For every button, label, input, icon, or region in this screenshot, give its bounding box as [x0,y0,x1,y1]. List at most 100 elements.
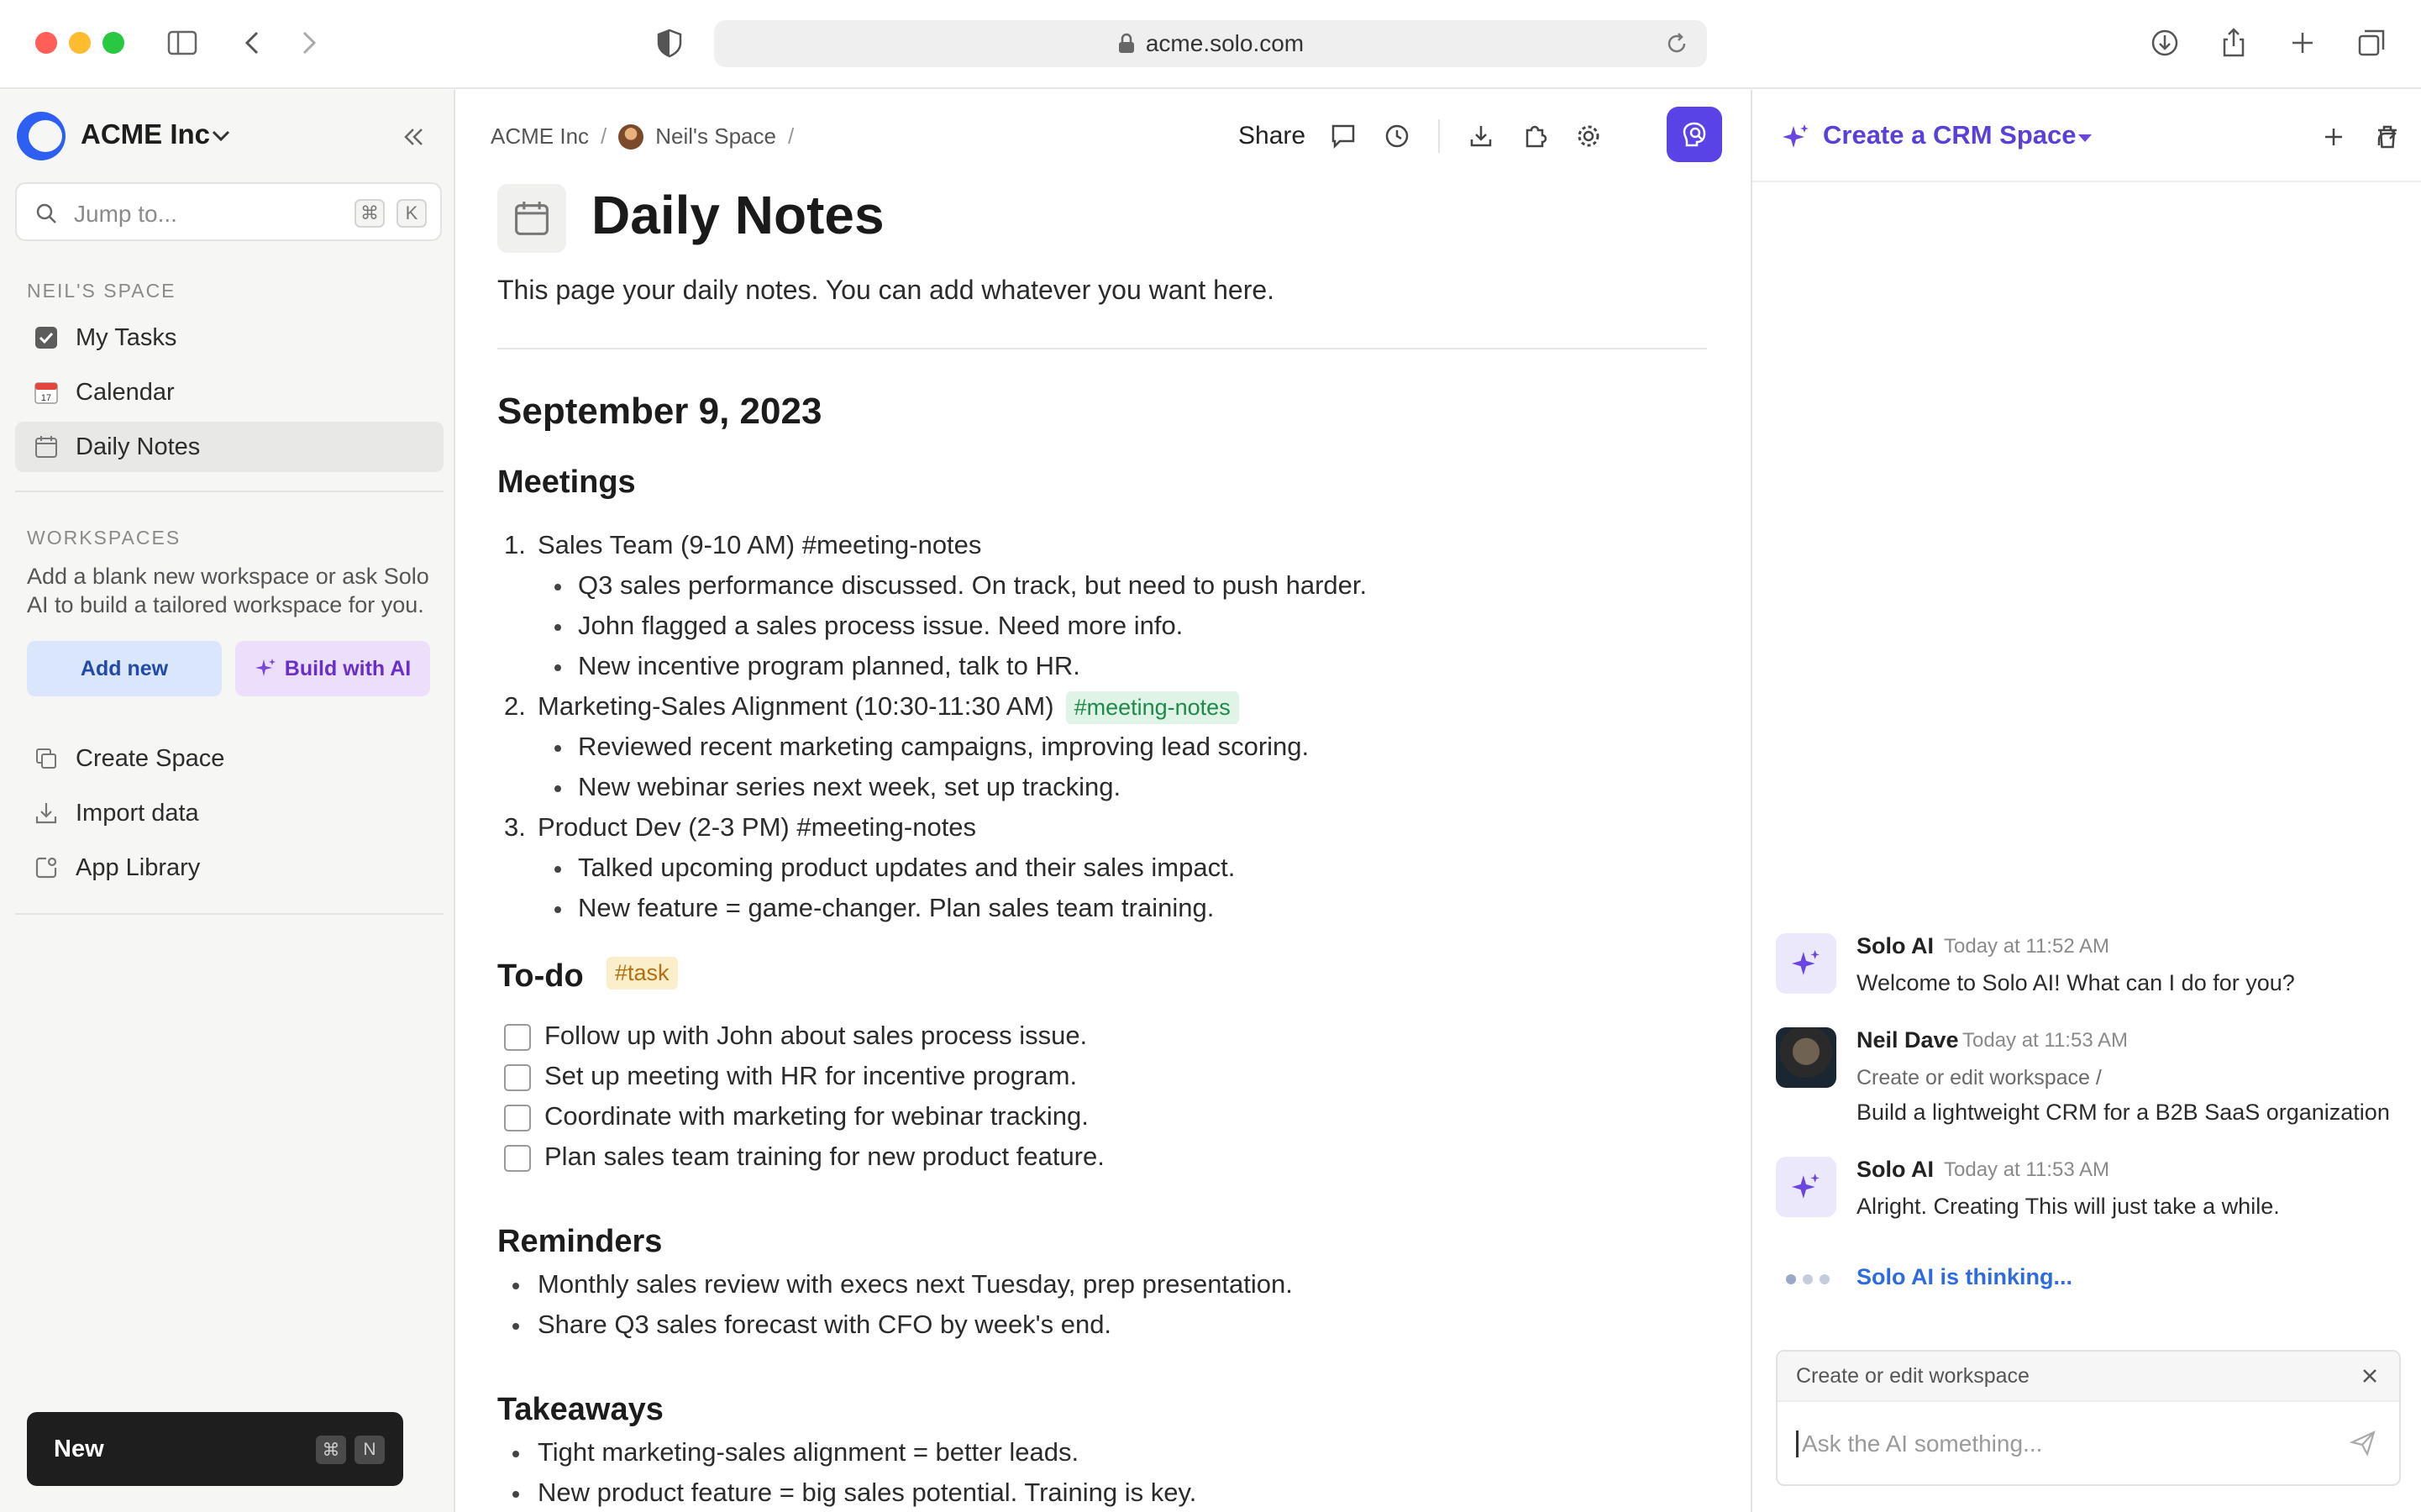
chevron-down-icon[interactable] [210,127,232,145]
sidebar-item-daily-notes[interactable]: Daily Notes [15,422,444,472]
trash-icon[interactable] [2371,120,2404,154]
list-item[interactable]: New webinar series next week, set up tra… [578,772,1121,802]
sparkle-icon [1792,1173,1820,1199]
close-icon[interactable] [2359,1365,2381,1387]
maximize-window-button[interactable] [102,32,124,54]
comment-icon[interactable] [1322,115,1364,157]
todo-heading[interactable]: To-do [497,958,584,995]
sidebar-item-label: Calendar [76,378,175,406]
meeting-item[interactable]: Marketing-Sales Alignment (10:30-11:30 A… [538,691,1239,724]
history-icon[interactable] [1376,115,1418,157]
list-item[interactable]: New feature = game-changer. Plan sales t… [578,893,1214,923]
add-new-workspace-button[interactable]: Add new [27,641,222,696]
sidebar-item-import-data[interactable]: Import data [15,788,444,838]
page-title[interactable]: Daily Notes [591,184,885,246]
page-icon[interactable] [497,184,566,253]
app-library-icon [34,855,59,880]
list-item[interactable]: Share Q3 sales forecast with CFO by week… [538,1310,1111,1340]
sidebar-item-label: My Tasks [76,323,177,351]
todo-checkbox[interactable] [504,1064,531,1091]
list-item[interactable]: Q3 sales performance discussed. On track… [578,570,1367,601]
ai-avatar [1776,1157,1836,1217]
breadcrumb-space[interactable]: Neil's Space [655,123,776,150]
sparkle-icon [1783,124,1809,148]
list-item[interactable]: Talked upcoming product updates and thei… [578,853,1235,883]
workspace-name[interactable]: ACME Inc [81,118,210,150]
section-label-personal: NEIL'S SPACE [27,280,176,302]
new-page-button[interactable]: New ⌘ N [27,1412,403,1486]
list-item[interactable]: Monthly sales review with execs next Tue… [538,1269,1293,1299]
meeting-title[interactable]: Product Dev (2-3 PM) #meeting-notes [538,812,976,843]
minimize-window-button[interactable] [69,32,91,54]
list-item[interactable]: New incentive program planned, talk to H… [578,651,1080,681]
todo-item[interactable]: Coordinate with marketing for webinar tr… [544,1101,1089,1131]
message-text: Welcome to Solo AI! What can I do for yo… [1856,970,2295,995]
divider [15,491,444,492]
ai-composer: Create or edit workspace Ask the AI some… [1776,1350,2401,1486]
todo-item[interactable]: Follow up with John about sales process … [544,1021,1087,1051]
svg-text:17: 17 [41,393,51,403]
list-item[interactable]: John flagged a sales process issue. Need… [578,611,1183,641]
hashtag-badge[interactable]: #meeting-notes [1065,691,1239,724]
url-bar[interactable]: acme.solo.com [714,20,1707,67]
sidebar-item-my-tasks[interactable]: My Tasks [15,312,444,363]
share-icon[interactable] [2213,22,2255,64]
breadcrumb-workspace[interactable]: ACME Inc [491,123,589,150]
date-heading[interactable]: September 9, 2023 [497,391,822,433]
sidebar-item-calendar[interactable]: 17 Calendar [15,367,444,417]
sidebar-item-app-library[interactable]: App Library [15,843,444,893]
todo-item[interactable]: Plan sales team training for new product… [544,1142,1105,1172]
meeting-title[interactable]: Sales Team (9-10 AM) #meeting-notes [538,530,981,560]
sidebar-toggle-icon[interactable] [161,22,203,64]
document-toolbar [1322,115,1610,157]
caret-down-icon[interactable] [2077,132,2093,144]
tab-overview-icon[interactable] [2350,22,2392,64]
share-button[interactable]: Share [1238,122,1305,150]
sidebar: ACME Inc Jump to... ⌘ K NEIL'S SPACE My … [0,90,455,1512]
message-text: Build a lightweight CRM for a B2B SaaS o… [1856,1100,2390,1125]
send-icon[interactable] [2349,1429,2377,1457]
bullet [512,1323,519,1330]
todo-checkbox[interactable] [504,1105,531,1131]
shortcut-key: ⌘ [316,1436,346,1464]
jump-to-search[interactable]: Jump to... ⌘ K [15,182,442,241]
ai-conversation-title[interactable]: Create a CRM Space [1823,120,2077,150]
download-icon[interactable] [1460,115,1502,157]
plus-icon[interactable] [2317,120,2350,154]
list-item[interactable]: Reviewed recent marketing campaigns, imp… [578,732,1309,762]
search-placeholder: Jump to... [74,201,177,227]
message-text: Alright. Creating This will just take a … [1856,1194,2280,1219]
takeaways-heading[interactable]: Takeaways [497,1392,664,1428]
ai-prompt-input[interactable]: Ask the AI something... [1796,1431,2042,1457]
reload-icon[interactable] [1663,30,1690,57]
build-with-ai-button[interactable]: Build with AI [235,641,430,696]
ai-panel: Create a CRM Space Solo AI Today at 11:5… [1751,90,2421,1512]
new-tab-icon[interactable] [2282,22,2324,64]
list-item[interactable]: Tight marketing-sales alignment = better… [538,1437,1079,1467]
shortcut-key: K [396,199,427,228]
task-tag-badge[interactable]: #task [607,957,678,990]
forward-arrow-icon[interactable] [287,22,329,64]
todo-item[interactable]: Set up meeting with HR for incentive pro… [544,1061,1077,1091]
sidebar-item-label: Import data [76,799,199,827]
todo-checkbox[interactable] [504,1024,531,1051]
reminders-heading[interactable]: Reminders [497,1224,662,1260]
lock-icon [1118,33,1134,53]
gear-icon[interactable] [1568,115,1610,157]
collapse-sidebar-icon[interactable] [400,123,427,150]
bullet [554,785,561,792]
bullet [554,866,561,873]
avatar [618,123,644,150]
meetings-heading[interactable]: Meetings [497,465,636,501]
downloads-icon[interactable] [2144,22,2186,64]
sidebar-item-create-space[interactable]: Create Space [15,733,444,784]
privacy-shield-icon[interactable] [649,22,691,64]
puzzle-icon[interactable] [1514,115,1556,157]
back-arrow-icon[interactable] [232,22,274,64]
todo-checkbox[interactable] [504,1145,531,1172]
ai-assistant-button[interactable] [1667,107,1722,162]
list-item[interactable]: New product feature = big sales potentia… [538,1478,1196,1508]
close-window-button[interactable] [35,32,57,54]
page-description[interactable]: This page your daily notes. You can add … [497,275,1274,306]
workspace-logo[interactable] [17,112,66,160]
